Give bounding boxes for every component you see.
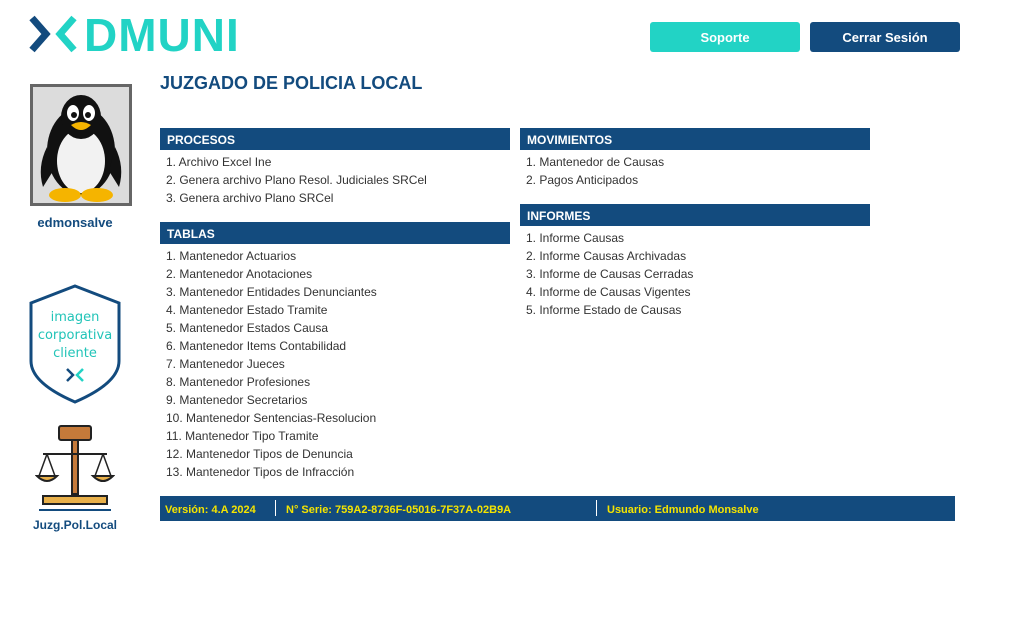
- menu-item[interactable]: 2. Genera archivo Plano Resol. Judiciale…: [166, 171, 510, 189]
- corporate-line-3: cliente: [53, 346, 97, 361]
- module-label: Juzg.Pol.Local: [32, 518, 117, 532]
- menu-item[interactable]: 2. Mantenedor Anotaciones: [166, 265, 510, 283]
- user-text: Usuario: Edmundo Monsalve: [607, 504, 759, 516]
- menu-item[interactable]: 5. Informe Estado de Causas: [526, 301, 870, 319]
- menu-item[interactable]: 2. Pagos Anticipados: [526, 171, 870, 189]
- list-movimientos: 1. Mantenedor de Causas 2. Pagos Anticip…: [520, 150, 870, 189]
- penguin-icon: [40, 95, 122, 202]
- logout-button[interactable]: Cerrar Sesión: [810, 22, 960, 52]
- dmuni-logo: DMUNI: [29, 12, 240, 56]
- section-procesos: PROCESOS 1. Archivo Excel Ine 2. Genera …: [160, 128, 510, 207]
- list-procesos: 1. Archivo Excel Ine 2. Genera archivo P…: [160, 150, 510, 207]
- menu-item[interactable]: 12. Mantenedor Tipos de Denuncia: [166, 445, 510, 463]
- corporate-image-badge: imagen corporativa cliente: [29, 284, 121, 404]
- section-header-informes: INFORMES: [520, 204, 870, 226]
- menu-item[interactable]: 9. Mantenedor Secretarios: [166, 391, 510, 409]
- menu-item[interactable]: 6. Mantenedor Items Contabilidad: [166, 337, 510, 355]
- menu-item[interactable]: 1. Archivo Excel Ine: [166, 153, 510, 171]
- menu-item[interactable]: 4. Mantenedor Estado Tramite: [166, 301, 510, 319]
- list-tablas: 1. Mantenedor Actuarios 2. Mantenedor An…: [160, 244, 510, 481]
- username: edmonsalve: [37, 215, 113, 230]
- menu-item[interactable]: 13. Mantenedor Tipos de Infracción: [166, 463, 510, 481]
- menu-item[interactable]: 2. Informe Causas Archivadas: [526, 247, 870, 265]
- footer-divider: [596, 500, 597, 516]
- menu-item[interactable]: 1. Informe Causas: [526, 229, 870, 247]
- avatar: [30, 84, 132, 206]
- menu-item[interactable]: 3. Mantenedor Entidades Denunciantes: [166, 283, 510, 301]
- section-header-movimientos: MOVIMIENTOS: [520, 128, 870, 150]
- menu-item[interactable]: 1. Mantenedor Actuarios: [166, 247, 510, 265]
- court-scale-icon: [35, 425, 115, 511]
- section-movimientos: MOVIMIENTOS 1. Mantenedor de Causas 2. P…: [520, 128, 870, 189]
- section-header-tablas: TABLAS: [160, 222, 510, 244]
- support-button[interactable]: Soporte: [650, 22, 800, 52]
- menu-item[interactable]: 10. Mantenedor Sentencias-Resolucion: [166, 409, 510, 427]
- menu-item[interactable]: 8. Mantenedor Profesiones: [166, 373, 510, 391]
- version-text: Versión: 4.A 2024: [165, 504, 256, 516]
- section-informes: INFORMES 1. Informe Causas 2. Informe Ca…: [520, 204, 870, 319]
- list-informes: 1. Informe Causas 2. Informe Causas Arch…: [520, 226, 870, 319]
- menu-item[interactable]: 1. Mantenedor de Causas: [526, 153, 870, 171]
- logo-text: DMUNI: [84, 12, 240, 56]
- section-header-procesos: PROCESOS: [160, 128, 510, 150]
- page-title: JUZGADO DE POLICIA LOCAL: [160, 73, 423, 93]
- menu-item[interactable]: 5. Mantenedor Estados Causa: [166, 319, 510, 337]
- serial-text: N° Serie: 759A2-8736F-05016-7F37A-02B9A: [286, 504, 512, 516]
- menu-item[interactable]: 11. Mantenedor Tipo Tramite: [166, 427, 510, 445]
- section-tablas: TABLAS 1. Mantenedor Actuarios 2. Manten…: [160, 222, 510, 481]
- menu-item[interactable]: 3. Informe de Causas Cerradas: [526, 265, 870, 283]
- footer-divider: [275, 500, 276, 516]
- menu-item[interactable]: 7. Mantenedor Jueces: [166, 355, 510, 373]
- corporate-line-1: imagen: [51, 310, 100, 325]
- corporate-line-2: corporativa: [38, 328, 112, 343]
- menu-item[interactable]: 4. Informe de Causas Vigentes: [526, 283, 870, 301]
- status-footer: Versión: 4.A 2024 N° Serie: 759A2-8736F-…: [160, 496, 955, 521]
- menu-item[interactable]: 3. Genera archivo Plano SRCel: [166, 189, 510, 207]
